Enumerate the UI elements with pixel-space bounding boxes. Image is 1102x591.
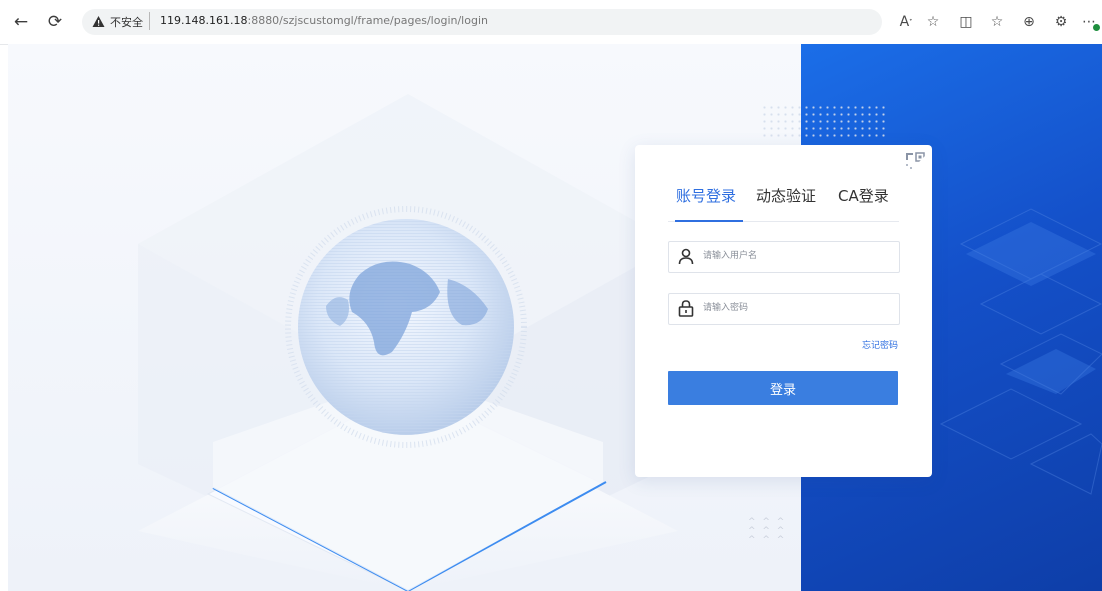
login-page: ^ ^ ^ ^ ^ ^ ^ ^ ^ 账号登录 动态验证 CA登录 请输入用户名 … xyxy=(8,44,1102,591)
username-field[interactable] xyxy=(668,241,900,273)
tab-ca-login[interactable]: CA登录 xyxy=(838,185,889,206)
tab-dynamic-verification[interactable]: 动态验证 xyxy=(756,185,816,206)
favorite-icon[interactable]: ☆ xyxy=(922,11,944,33)
dot-grid-decoration xyxy=(761,104,886,140)
login-button[interactable]: 登录 xyxy=(668,371,898,405)
read-aloud-icon[interactable]: Aᐩ xyxy=(895,11,917,33)
url-text[interactable]: 119.148.161.18:8880/szjscustomgl/frame/p… xyxy=(160,14,488,27)
refresh-icon[interactable]: ⟳ xyxy=(44,11,66,33)
tab-account-login[interactable]: 账号登录 xyxy=(676,185,736,206)
address-bar[interactable]: 不安全 119.148.161.18:8880/szjscustomgl/fra… xyxy=(82,9,882,35)
active-tab-indicator xyxy=(675,220,743,222)
divider xyxy=(149,12,150,30)
qr-code-icon[interactable] xyxy=(904,151,926,173)
username-input[interactable] xyxy=(703,242,889,270)
favorites-list-icon[interactable]: ☆ xyxy=(986,11,1008,33)
back-icon[interactable]: ← xyxy=(10,11,32,33)
extensions-icon[interactable]: ⚙ xyxy=(1050,11,1072,33)
warning-icon[interactable] xyxy=(92,15,105,28)
collections-icon[interactable]: ⊕ xyxy=(1018,11,1040,33)
url-host: 119.148.161.18 xyxy=(160,14,248,27)
lock-icon xyxy=(678,300,694,317)
login-card: 账号登录 动态验证 CA登录 忘记密码 登录 xyxy=(635,145,932,477)
url-path: :8880/szjscustomgl/frame/pages/login/log… xyxy=(247,14,488,27)
login-tabs: 账号登录 动态验证 CA登录 xyxy=(668,185,899,222)
password-field[interactable] xyxy=(668,293,900,325)
browser-toolbar: ← ⟳ 不安全 119.148.161.18:8880/szjscustomgl… xyxy=(0,0,1102,45)
chevron-decoration: ^ ^ ^ ^ ^ ^ ^ ^ ^ xyxy=(748,517,787,545)
password-input[interactable] xyxy=(703,294,889,322)
notification-dot xyxy=(1093,24,1100,31)
forgot-password-link[interactable]: 忘记密码 xyxy=(862,338,898,351)
security-label[interactable]: 不安全 xyxy=(110,14,143,30)
user-icon xyxy=(678,248,694,265)
split-screen-icon[interactable]: ◫ xyxy=(955,11,977,33)
